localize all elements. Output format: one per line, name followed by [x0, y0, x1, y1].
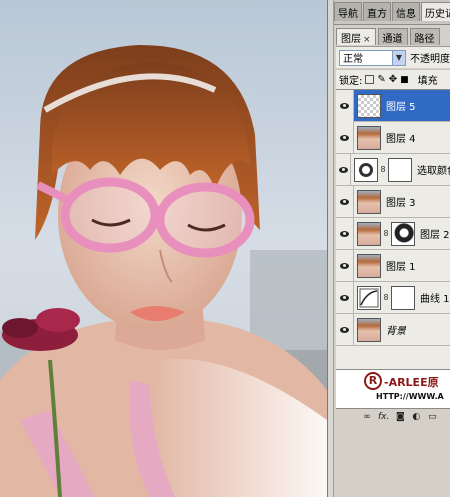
layer-name: 图层 3 — [386, 198, 416, 209]
tab-paths[interactable]: 路径 — [409, 28, 440, 45]
link-icon[interactable]: ∞ — [362, 412, 372, 422]
layers-panel: 图层 × 通道 路径 正常 ▼ 不透明度 锁定: ✎ ✥ ■ 填充 图层 5 图… — [334, 24, 450, 497]
document-canvas[interactable] — [0, 0, 327, 497]
blend-mode-value: 正常 — [343, 54, 363, 65]
close-icon[interactable]: × — [363, 35, 371, 45]
layers-bottom-bar: ∞ fx. ◙ ◐ ▭ — [336, 408, 450, 424]
layer-row[interactable]: 图层 4 — [336, 121, 450, 154]
blend-mode-select[interactable]: 正常 ▼ — [339, 49, 406, 66]
lock-label: 锁定: — [339, 76, 363, 87]
visibility-eye-icon[interactable] — [336, 249, 354, 282]
visibility-eye-icon[interactable] — [336, 89, 354, 122]
folder-icon[interactable]: ▭ — [427, 412, 437, 422]
chain-link-icon[interactable]: 8 — [381, 229, 391, 238]
layer-mask[interactable] — [391, 285, 415, 310]
adjustment-icon[interactable]: ◐ — [411, 412, 421, 422]
layer-name: 图层 1 — [386, 262, 416, 273]
mask-icon[interactable]: ◙ — [395, 412, 405, 422]
visibility-eye-icon[interactable] — [336, 153, 352, 186]
tab-history[interactable]: 历史记录 — [421, 2, 450, 21]
tab-info[interactable]: 信息 — [392, 2, 420, 21]
visibility-eye-icon[interactable] — [336, 281, 354, 314]
selective-color-adjustment-icon — [354, 157, 379, 182]
lock-brush-icon[interactable]: ✎ — [377, 74, 385, 85]
lock-move-icon[interactable]: ✥ — [389, 74, 397, 85]
layer-name: 曲线 1 — [420, 294, 450, 305]
layers-panel-tabs: 图层 × 通道 路径 — [336, 28, 440, 45]
layer-row[interactable]: 8 图层 2 — [336, 217, 450, 250]
chevron-down-icon[interactable]: ▼ — [392, 50, 405, 65]
layer-row[interactable]: 8 曲线 1 — [336, 281, 450, 314]
lock-row: 锁定: ✎ ✥ ■ 填充 — [336, 69, 450, 89]
layer-row[interactable]: 图层 1 — [336, 249, 450, 282]
top-panel-tabs: 导航 直方 信息 历史记录 — [334, 2, 450, 21]
chain-link-icon[interactable]: 8 — [378, 165, 388, 174]
chain-link-icon[interactable]: 8 — [381, 293, 391, 302]
watermark-brand: -ARLEE原 — [384, 376, 439, 389]
photo-icon — [357, 125, 381, 150]
layer-row[interactable]: 图层 3 — [336, 185, 450, 218]
watermark-logo: R -ARLEE原 HTTP://WWW.A — [336, 369, 450, 408]
layers-list: 图层 5 图层 4 8 选取颜色 图层 3 — [336, 89, 450, 369]
layer-name: 选取颜色 — [417, 166, 450, 177]
layer-name: 图层 4 — [386, 134, 416, 145]
transparent-icon — [357, 93, 381, 118]
watermark-url: HTTP://WWW.A — [376, 392, 444, 401]
tab-histogram[interactable]: 直方 — [363, 2, 391, 21]
tab-navigator[interactable]: 导航 — [334, 2, 362, 21]
layer-row[interactable]: 背景 — [336, 313, 450, 346]
photo-icon — [357, 317, 381, 342]
visibility-eye-icon[interactable] — [336, 185, 354, 218]
curves-adjustment-icon — [357, 285, 381, 310]
photo-icon — [357, 253, 381, 278]
lock-transparency-icon[interactable] — [365, 75, 375, 84]
photo-icon — [357, 221, 381, 246]
tab-layers-label: 图层 — [341, 34, 361, 45]
photoshop-panels: 导航 直方 信息 历史记录 图层× 通道 路径 正常 ▼ 不透明度 锁定: ✎ … — [327, 0, 450, 497]
tab-layers[interactable]: 图层 × — [336, 28, 376, 45]
registered-icon: R — [364, 372, 382, 390]
layer-row[interactable]: 8 选取颜色 — [336, 153, 450, 186]
visibility-eye-icon[interactable] — [336, 121, 354, 154]
layer-row[interactable]: 图层 5 — [336, 89, 450, 122]
layer-mask[interactable] — [391, 221, 415, 246]
portrait-photo — [0, 0, 327, 497]
panel-empty-area — [336, 424, 450, 497]
opacity-label: 不透明度 — [410, 54, 450, 65]
photo-icon — [357, 189, 381, 214]
tab-channels[interactable]: 通道 — [377, 28, 408, 45]
fx-icon[interactable]: fx. — [378, 412, 389, 422]
layer-name: 背景 — [386, 326, 406, 337]
lock-all-icon[interactable]: ■ — [400, 75, 409, 85]
layer-mask[interactable] — [388, 157, 413, 182]
layer-name: 图层 2 — [420, 230, 450, 241]
visibility-eye-icon[interactable] — [336, 217, 354, 250]
layer-name: 图层 5 — [386, 102, 416, 113]
visibility-eye-icon[interactable] — [336, 313, 354, 346]
fill-label: 填充 — [417, 76, 438, 87]
blend-row: 正常 ▼ 不透明度 — [336, 46, 450, 68]
